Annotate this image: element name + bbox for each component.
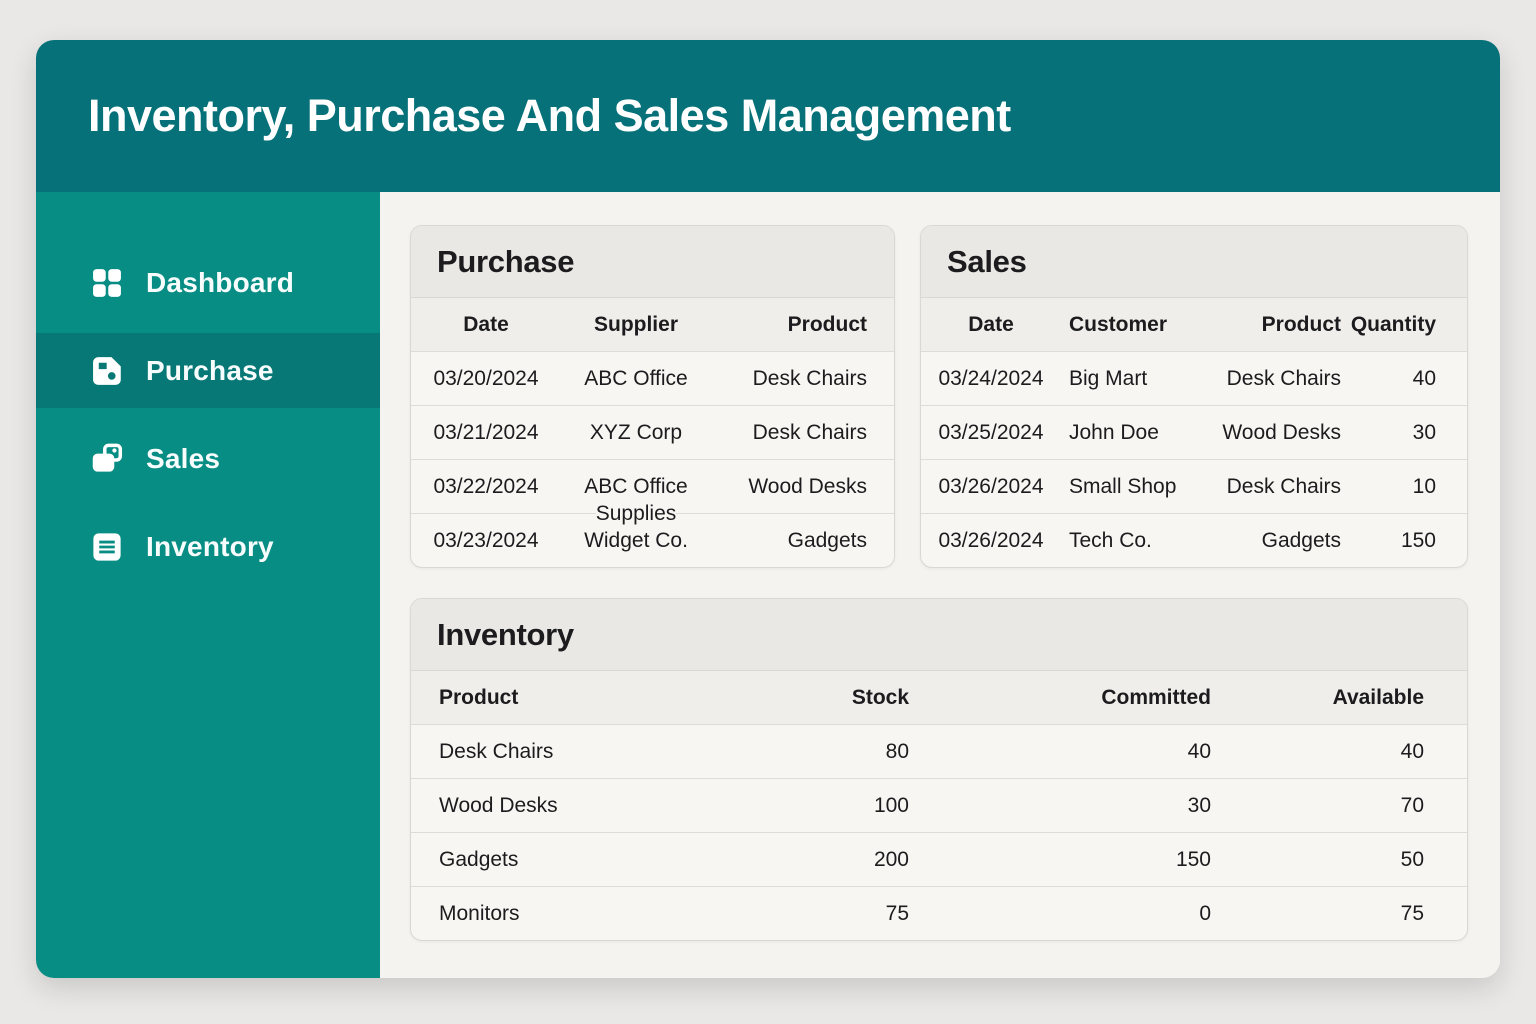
inventory-card-header: Inventory (411, 599, 1467, 671)
purchase-card-title: Purchase (437, 243, 575, 279)
inventory-card-title: Inventory (437, 616, 574, 652)
sales-card-header: Sales (921, 226, 1467, 298)
inventory-table: Product Stock Committed Available Desk Chair… (411, 671, 1467, 940)
sidebar-item-label: Sales (146, 442, 221, 474)
table-cell: Wood Desks (439, 794, 558, 817)
column-header: Date (463, 313, 509, 336)
table-cell: Big Mart (1069, 367, 1148, 390)
table-row: Monitors 75 0 75 (411, 886, 1467, 940)
table-row: 03/22/2024 ABC Office Supplies Wood Desks (411, 459, 894, 525)
table-row: Desk Chairs 80 40 40 (411, 724, 1467, 778)
column-header: Quantity (1350, 313, 1436, 336)
table-cell: Desk Chairs (439, 740, 554, 763)
table-cell: Wood Desks (1222, 421, 1341, 444)
dashboard-grid-icon (88, 264, 126, 302)
table-cell: 100 (873, 794, 909, 817)
sidebar-item-label: Purchase (146, 354, 274, 386)
purchase-card-header: Purchase (411, 226, 894, 298)
sales-card-title: Sales (947, 243, 1027, 279)
table-cell: 0 (1199, 902, 1211, 925)
table-row: 03/25/2024 John Doe Wood Desks 30 (921, 405, 1467, 459)
table-cell: 80 (885, 740, 909, 763)
table-cell: 03/24/2024 (938, 367, 1044, 390)
sidebar-item-inventory[interactable]: Inventory (36, 509, 380, 584)
sidebar-item-dashboard[interactable]: Dashboard (36, 245, 380, 320)
table-row: Wood Desks 100 30 70 (411, 778, 1467, 832)
table-row: 03/20/2024 ABC Office Desk Chairs (411, 351, 894, 405)
sales-table: Date Customer Product Quantity 03/24/2024 Big… (921, 298, 1467, 567)
table-cell: 40 (1187, 740, 1211, 763)
sidebar-item-label: Dashboard (146, 266, 295, 298)
table-cell: 75 (1400, 902, 1424, 925)
page-title: Inventory, Purchase And Sales Management (88, 90, 1011, 141)
table-cell: Desk Chairs (1226, 367, 1341, 390)
app-body: Dashboard Purchase Sales Inventory Purchase… (36, 192, 1500, 978)
inventory-table-card: Inventory Product Stock Committed Available… (410, 598, 1468, 941)
table-header-row: Product Stock Committed Available (411, 671, 1467, 724)
table-cell: 03/23/2024 (433, 529, 539, 552)
column-header: Product (439, 686, 519, 709)
sales-table-card: Sales Date Customer Product Quantity 03/24/2… (920, 225, 1468, 568)
column-header: Date (968, 313, 1014, 336)
app-header: Inventory, Purchase And Sales Management (36, 40, 1500, 192)
table-cell: Monitors (439, 902, 520, 925)
column-header: Committed (1101, 686, 1211, 709)
table-row: 03/24/2024 Big Mart Desk Chairs 40 (921, 351, 1467, 405)
column-header: Stock (851, 686, 909, 709)
table-cell: John Doe (1069, 421, 1159, 444)
main-content: Purchase Date Supplier Product 03/20/2024 AB… (380, 192, 1500, 978)
table-cell: Desk Chairs (1226, 475, 1341, 498)
sales-icon (88, 440, 126, 478)
table-row: Gadgets 200 150 50 (411, 832, 1467, 886)
column-header: Available (1332, 686, 1424, 709)
table-cell: 50 (1400, 848, 1424, 871)
top-cards-row: Purchase Date Supplier Product 03/20/2024 AB… (410, 225, 1468, 568)
table-row: 03/26/2024 Small Shop Desk Chairs 10 (921, 459, 1467, 513)
sidebar: Dashboard Purchase Sales Inventory (36, 192, 380, 978)
sidebar-item-purchase[interactable]: Purchase (36, 333, 380, 408)
table-cell: ABC Office (584, 367, 688, 390)
table-cell: Desk Chairs (752, 421, 867, 444)
column-header: Product (1261, 313, 1341, 336)
purchase-icon (88, 352, 126, 390)
table-cell: Gadgets (787, 529, 867, 552)
table-cell: 03/26/2024 (938, 475, 1044, 498)
table-row: 03/26/2024 Tech Co. Gadgets 150 (921, 513, 1467, 567)
column-header: Customer (1069, 313, 1168, 336)
table-cell: 03/26/2024 (938, 529, 1044, 552)
purchase-table: Date Supplier Product 03/20/2024 ABC Office D… (411, 298, 894, 567)
table-cell: 30 (1412, 421, 1436, 444)
table-header-row: Date Customer Product Quantity (921, 298, 1467, 351)
sidebar-item-sales[interactable]: Sales (36, 421, 380, 496)
app-window: Inventory, Purchase And Sales Management… (36, 40, 1500, 978)
table-header-row: Date Supplier Product (411, 298, 894, 351)
table-cell: 03/20/2024 (433, 367, 539, 390)
table-cell: 03/21/2024 (433, 421, 539, 444)
table-row: 03/21/2024 XYZ Corp Desk Chairs (411, 405, 894, 459)
table-cell: 200 (873, 848, 909, 871)
table-cell: 40 (1400, 740, 1424, 763)
table-cell: Gadgets (1261, 529, 1341, 552)
inventory-icon (88, 528, 126, 566)
table-cell: 03/25/2024 (938, 421, 1044, 444)
table-cell: 150 (1400, 529, 1436, 552)
table-cell: 70 (1400, 794, 1424, 817)
table-cell: 30 (1187, 794, 1211, 817)
table-cell: Small Shop (1069, 475, 1177, 498)
purchase-table-card: Purchase Date Supplier Product 03/20/2024 AB… (410, 225, 895, 568)
table-cell: 40 (1412, 367, 1436, 390)
column-header: Supplier (593, 313, 678, 336)
table-cell: 10 (1412, 475, 1436, 498)
table-cell: Gadgets (439, 848, 519, 871)
table-cell: Desk Chairs (752, 367, 867, 390)
table-cell: 75 (885, 902, 909, 925)
table-cell: Tech Co. (1069, 529, 1152, 552)
table-cell: XYZ Corp (589, 421, 683, 444)
sidebar-item-label: Inventory (146, 530, 274, 562)
column-header: Product (787, 313, 867, 336)
table-cell: 150 (1175, 848, 1211, 871)
